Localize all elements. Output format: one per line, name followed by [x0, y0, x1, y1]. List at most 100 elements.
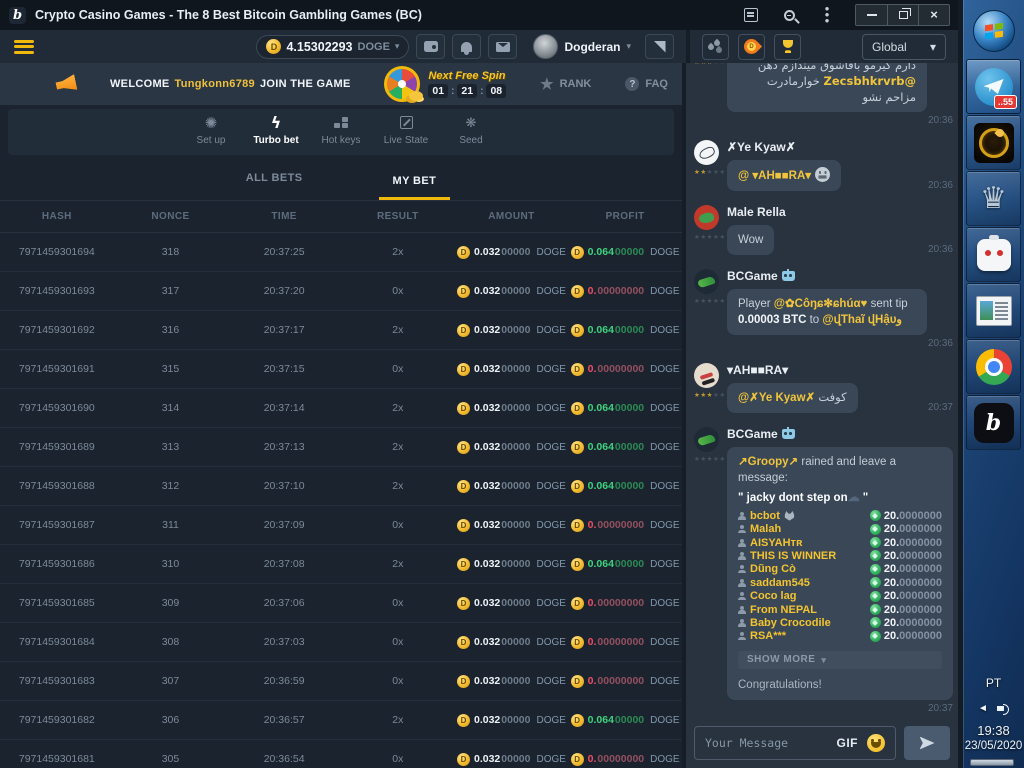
user-mention[interactable]: @✗Ye Kyaw✗ — [738, 392, 815, 404]
cell-hash: 7971459301691 — [0, 363, 114, 375]
language-indicator[interactable]: PT — [986, 676, 1001, 690]
cell-nonce: 307 — [114, 675, 228, 687]
table-row[interactable]: 797145930168931320:37:132xD0.03200000DOG… — [0, 428, 682, 467]
taskbar-item-crown[interactable]: ♛ — [966, 171, 1021, 226]
minimize-button[interactable] — [856, 5, 887, 25]
hotkeys-icon — [334, 117, 348, 129]
chat-username[interactable]: ✗Ye Kyaw✗ — [727, 140, 953, 154]
table-row[interactable]: 797145930168831220:37:102xD0.03200000DOG… — [0, 467, 682, 506]
chat-channel-select[interactable]: Global ▾ — [862, 34, 946, 60]
user-mention[interactable]: @Zecsbhkrvrb — [824, 74, 916, 88]
avatar[interactable] — [694, 205, 719, 230]
clock-time[interactable]: 19:38 — [977, 723, 1010, 738]
tab-my-bet[interactable]: MY BET — [379, 175, 451, 200]
bookmark-icon — [654, 41, 666, 53]
restore-button[interactable] — [887, 5, 918, 25]
chat-username[interactable]: ▾AH■■RA▾ — [727, 363, 953, 377]
table-row[interactable]: 797145930168330720:36:590xD0.03200000DOG… — [0, 662, 682, 701]
cell-time: 20:37:15 — [227, 363, 341, 375]
cell-profit-value: 0.064 — [588, 441, 614, 453]
show-more-button[interactable]: SHOW MORE▾ — [738, 651, 942, 669]
toolbar-item-seed[interactable]: ❋Seed — [447, 114, 495, 155]
rank-link[interactable]: ★ RANK — [540, 75, 591, 93]
avatar[interactable] — [694, 427, 719, 452]
speaker-icon[interactable] — [997, 703, 1009, 714]
table-row[interactable]: 797145930169331720:37:200xD0.03200000DOG… — [0, 272, 682, 311]
message-text: to — [806, 314, 822, 326]
taskbar-item-telegram[interactable]: ..55 — [966, 59, 1021, 114]
cell-profit-zeros: 00000000 — [597, 519, 644, 531]
chat-username[interactable]: BCGame — [727, 269, 953, 283]
tab-all-bets[interactable]: ALL BETS — [232, 172, 317, 200]
currency-label: DOGE — [536, 637, 565, 648]
cell-amount-value: 0.032 — [474, 636, 500, 648]
wallet-button[interactable] — [416, 34, 445, 59]
message-input[interactable]: Your Message GIF — [694, 726, 896, 760]
table-row[interactable]: 797145930169231620:37:172xD0.03200000DOG… — [0, 311, 682, 350]
table-row[interactable]: 797145930169431820:37:252xD0.03200000DOG… — [0, 233, 682, 272]
cell-amount-zeros: 00000 — [501, 597, 530, 609]
table-row[interactable]: 797145930169131520:37:150xD0.03200000DOG… — [0, 350, 682, 389]
user-mention[interactable]: @✿Côŋɕ✻ɕhúα♥ — [774, 298, 868, 310]
taskbar-item-start[interactable] — [966, 3, 1021, 58]
chat-scroll-area[interactable]: ★★★★★پشت سیستم نشسته راحت گوز گوز @Btcma… — [686, 63, 958, 718]
table-row[interactable]: 797145930168731120:37:090xD0.03200000DOG… — [0, 506, 682, 545]
recipient-name[interactable]: RSA*** — [738, 628, 786, 644]
avatar[interactable] — [694, 140, 719, 165]
balance-selector[interactable]: D 4.15302293 DOGE ▾ — [256, 35, 409, 59]
cell-amount-zeros: 00000 — [501, 441, 530, 453]
avatar[interactable] — [694, 363, 719, 388]
quick-bet-button[interactable] — [645, 34, 674, 59]
free-spin-label: Next Free Spin — [428, 70, 506, 82]
send-icon — [920, 737, 935, 750]
person-icon — [738, 539, 746, 547]
doge-coin-icon: D — [457, 363, 470, 376]
cell-nonce: 313 — [114, 441, 228, 453]
clock-date[interactable]: 23/05/2020 — [965, 740, 1023, 752]
menu-dots-icon[interactable]: ••• — [817, 5, 837, 25]
toolbar-item-livestate[interactable]: Live State — [382, 114, 430, 155]
taskbar-item-game[interactable] — [966, 115, 1021, 170]
free-spin-widget[interactable]: Next Free Spin 01:21:08 — [384, 66, 506, 102]
taskbar-item-viewer[interactable] — [966, 283, 1021, 338]
taskbar-item-dicebot[interactable] — [966, 227, 1021, 282]
taskbar-item-chrome[interactable] — [966, 339, 1021, 394]
notifications-button[interactable] — [452, 34, 481, 59]
doge-coin-icon: D — [571, 519, 584, 532]
welcome-banner: WELCOMETungkonn6789JOIN THE GAME Next Fr… — [0, 63, 682, 105]
close-button[interactable]: × — [918, 5, 949, 25]
bell-icon — [461, 42, 472, 52]
user-mention[interactable]: @ ▾AH■■RA▾ — [738, 170, 811, 182]
user-menu[interactable]: Dogderan ▾ — [533, 34, 631, 59]
toolbar-item-turbo[interactable]: ϟTurbo bet — [252, 114, 300, 155]
table-row[interactable]: 797145930169031420:37:142xD0.03200000DOG… — [0, 389, 682, 428]
translate-icon[interactable] — [741, 5, 761, 25]
zoom-out-icon[interactable] — [779, 5, 799, 25]
avatar[interactable] — [694, 269, 719, 294]
table-row[interactable]: 797145930168430820:37:030xD0.03200000DOG… — [0, 623, 682, 662]
chevron-down-icon: ▾ — [930, 40, 936, 54]
cell-profit-value: 0. — [588, 285, 597, 297]
rain-sender[interactable]: ↗Groopy↗ — [738, 456, 798, 468]
contest-button[interactable] — [774, 34, 801, 60]
rain-button[interactable] — [702, 34, 729, 60]
faq-link[interactable]: ? FAQ — [625, 77, 668, 91]
chat-username[interactable]: BCGame — [727, 427, 953, 441]
user-mention[interactable]: @վThaĩ վHậυو — [822, 314, 902, 326]
taskbar-item-bcgame[interactable] — [966, 395, 1021, 450]
table-row[interactable]: 797145930168230620:36:572xD0.03200000DOG… — [0, 701, 682, 740]
send-button[interactable] — [904, 726, 950, 760]
hamburger-menu-icon[interactable] — [14, 40, 34, 54]
hot-bets-button[interactable]: D — [738, 34, 765, 60]
table-row[interactable]: 797145930168130520:36:540xD0.03200000DOG… — [0, 740, 682, 768]
emoji-button[interactable] — [867, 734, 885, 752]
show-desktop-button[interactable] — [970, 759, 1014, 766]
messages-button[interactable] — [488, 34, 517, 59]
toolbar-item-setup[interactable]: ✺Set up — [187, 114, 235, 155]
toolbar-item-hotkeys[interactable]: Hot keys — [317, 114, 365, 155]
table-row[interactable]: 797145930168530920:37:060xD0.03200000DOG… — [0, 584, 682, 623]
gif-button[interactable]: GIF — [837, 736, 859, 750]
hidden-icons-arrow[interactable]: ◄ — [978, 703, 988, 714]
chat-username[interactable]: Male Rella — [727, 205, 953, 219]
table-row[interactable]: 797145930168631020:37:082xD0.03200000DOG… — [0, 545, 682, 584]
